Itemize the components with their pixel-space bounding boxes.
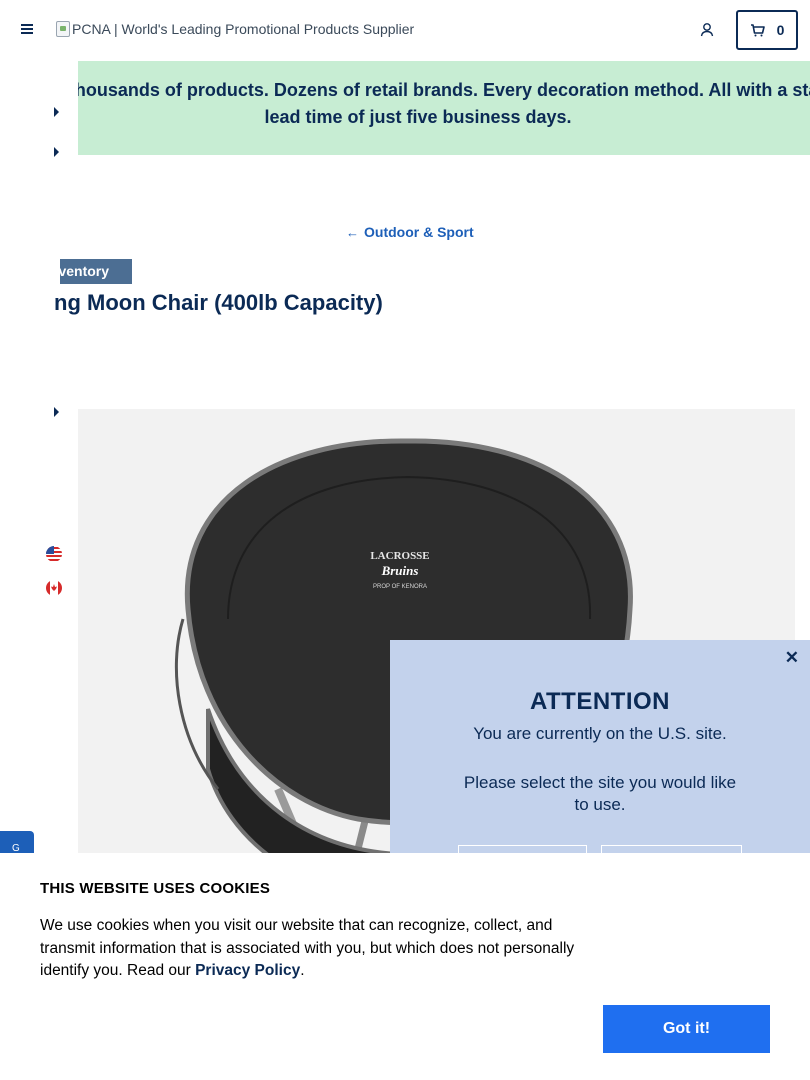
product-title-text: ng Moon Chair (400lb Capacity) xyxy=(54,290,383,315)
menu-icon[interactable] xyxy=(18,22,38,38)
site-logo[interactable]: PCNA | World's Leading Promotional Produ… xyxy=(56,21,414,37)
product-title: ng Moon Chair (400lb Capacity) xyxy=(0,290,600,316)
inventory-badge: Inventory xyxy=(60,259,132,284)
close-icon[interactable]: ✕ xyxy=(785,648,799,668)
us-flag-icon[interactable] xyxy=(46,546,62,562)
accept-cookies-button[interactable]: Got it! xyxy=(603,1005,770,1053)
cart-icon xyxy=(750,23,765,36)
canada-flag-icon[interactable] xyxy=(46,580,62,596)
expand-arrow-icon[interactable] xyxy=(54,147,59,157)
modal-instruction-text: Please select the site you would like to… xyxy=(463,773,737,814)
arrow-left-icon: ← xyxy=(346,224,359,240)
inventory-badge-label: Inventory xyxy=(60,263,110,279)
product-print-line1: LACROSSE xyxy=(370,550,429,562)
cookie-body: We use cookies when you visit our websit… xyxy=(40,917,575,979)
cart-count: 0 xyxy=(776,22,785,38)
expand-arrow-icon[interactable] xyxy=(54,107,59,117)
modal-title: ATTENTION xyxy=(529,688,671,715)
cookie-banner: THIS WEBSITE USES COOKIES We use cookies… xyxy=(0,853,810,1080)
cookie-text-end: . xyxy=(300,962,305,979)
product-print-line3: PROP OF KENORA xyxy=(373,584,427,590)
expand-arrow-icon[interactable] xyxy=(54,407,59,417)
product-print-line2: Bruins xyxy=(381,563,419,578)
breadcrumb-back-link[interactable]: ← Outdoor & Sport xyxy=(346,224,474,240)
broken-image-icon xyxy=(56,21,70,37)
privacy-policy-link[interactable]: Privacy Policy xyxy=(195,962,300,979)
cart-button[interactable]: 0 xyxy=(736,10,798,50)
breadcrumb-label: Outdoor & Sport xyxy=(364,224,474,240)
cookie-title: THIS WEBSITE USES COOKIES xyxy=(40,880,271,897)
modal-current-site-text: You are currently on the U.S. site. xyxy=(473,724,727,743)
logo-alt-text: PCNA | World's Leading Promotional Produ… xyxy=(72,21,415,37)
cookie-text: We use cookies when you visit our websit… xyxy=(40,915,610,983)
promo-text: Why Wait? Thousands of products. Dozens … xyxy=(78,80,810,127)
promo-banner: Why Wait? Thousands of products. Dozens … xyxy=(78,61,810,155)
site-header: PCNA | World's Leading Promotional Produ… xyxy=(0,0,810,61)
user-icon[interactable] xyxy=(699,22,715,38)
